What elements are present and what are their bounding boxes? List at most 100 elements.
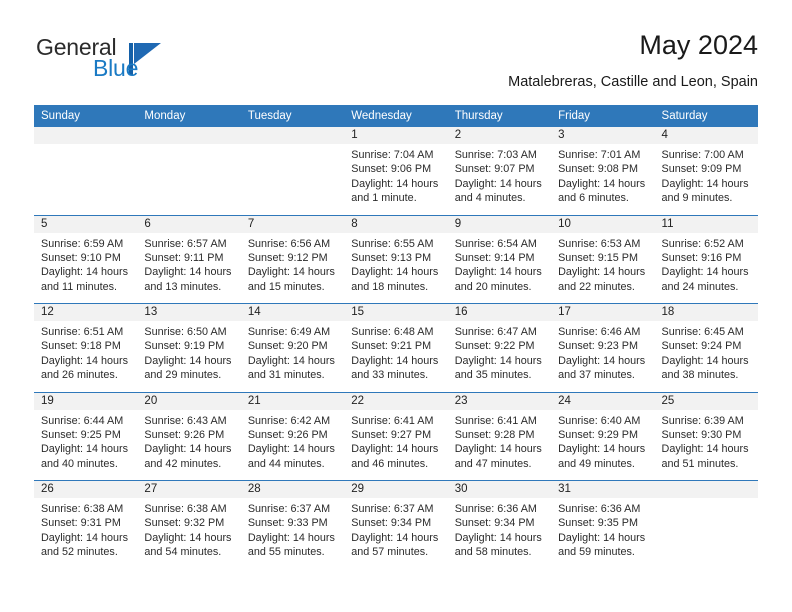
day-detail-line: Sunset: 9:28 PM: [454, 428, 535, 441]
day-number: 12: [34, 304, 138, 321]
day-cell-14[interactable]: 14 Sunrise: 6:49 AM Sunset: 9:20 PM Dayligh…: [240, 304, 345, 392]
day-details: Sunrise: 6:47 AM Sunset: 9:22 PM Daylight:…: [448, 321, 551, 383]
day-number: 31: [551, 481, 655, 498]
day-detail-line: Sunset: 9:30 PM: [661, 428, 742, 441]
day-detail-line: Sunset: 9:08 PM: [558, 163, 638, 176]
day-number: 3: [551, 127, 655, 144]
day-details: Sunrise: 6:41 AM Sunset: 9:28 PM Daylight:…: [448, 410, 551, 472]
day-detail-line: Sunset: 9:13 PM: [351, 251, 432, 264]
day-details: Sunrise: 6:38 AM Sunset: 9:32 PM Daylight:…: [137, 498, 240, 560]
day-detail-line: and 35 minutes.: [454, 369, 532, 382]
day-cell-9[interactable]: 9 Sunrise: 6:54 AM Sunset: 9:14 PM Daylight…: [447, 215, 552, 303]
day-detail-line: Daylight: 14 hours: [661, 443, 749, 456]
day-details: Sunrise: 6:54 AM Sunset: 9:14 PM Daylight:…: [448, 233, 551, 295]
day-detail-line: Daylight: 14 hours: [144, 354, 232, 367]
day-detail-line: Daylight: 14 hours: [454, 354, 542, 367]
day-number: 26: [34, 481, 138, 498]
day-cell-7[interactable]: 7 Sunrise: 6:56 AM Sunset: 9:12 PM Daylight…: [240, 215, 345, 303]
day-detail-line: Sunset: 9:15 PM: [558, 251, 638, 264]
day-detail-line: Sunset: 9:14 PM: [454, 251, 535, 264]
day-cell-23[interactable]: 23 Sunrise: 6:41 AM Sunset: 9:28 PM Dayligh…: [447, 392, 552, 480]
day-detail-line: and 42 minutes.: [144, 457, 222, 470]
day-cell-26[interactable]: 26 Sunrise: 6:38 AM Sunset: 9:31 PM Dayligh…: [34, 481, 138, 569]
day-detail-line: Sunset: 9:06 PM: [351, 163, 432, 176]
day-detail-line: Daylight: 14 hours: [558, 443, 646, 456]
day-detail-line: Sunrise: 6:37 AM: [351, 503, 434, 515]
day-cell-17[interactable]: 17 Sunrise: 6:46 AM Sunset: 9:23 PM Dayligh…: [551, 304, 655, 392]
day-detail-line: and 46 minutes.: [351, 457, 429, 470]
day-cell-30[interactable]: 30 Sunrise: 6:36 AM Sunset: 9:34 PM Dayligh…: [447, 481, 552, 569]
day-cell-29[interactable]: 29 Sunrise: 6:37 AM Sunset: 9:34 PM Dayligh…: [344, 481, 448, 569]
day-detail-line: Sunrise: 6:52 AM: [661, 237, 744, 250]
day-detail-line: Sunrise: 6:38 AM: [41, 503, 124, 515]
day-cell-27[interactable]: 27 Sunrise: 6:38 AM Sunset: 9:32 PM Dayligh…: [137, 481, 241, 569]
day-detail-line: and 4 minutes.: [454, 192, 526, 205]
day-cell-11[interactable]: 11 Sunrise: 6:52 AM Sunset: 9:16 PM Dayligh…: [654, 215, 758, 303]
day-cell-12[interactable]: 12 Sunrise: 6:51 AM Sunset: 9:18 PM Dayligh…: [34, 304, 138, 392]
day-detail-line: Sunset: 9:31 PM: [41, 517, 121, 530]
day-cell-31[interactable]: 31 Sunrise: 6:36 AM Sunset: 9:35 PM Dayligh…: [551, 481, 655, 569]
day-detail-line: and 37 minutes.: [558, 369, 635, 382]
day-details: Sunrise: 6:39 AM Sunset: 9:30 PM Daylight:…: [655, 410, 758, 472]
day-cell-19[interactable]: 19 Sunrise: 6:44 AM Sunset: 9:25 PM Dayligh…: [34, 392, 138, 480]
day-detail-line: Sunset: 9:33 PM: [247, 517, 328, 530]
day-details: Sunrise: 6:41 AM Sunset: 9:27 PM Daylight:…: [344, 410, 447, 472]
day-details: Sunrise: 6:56 AM Sunset: 9:12 PM Daylight:…: [241, 233, 344, 295]
day-number: 30: [447, 481, 552, 498]
day-cell-28[interactable]: 28 Sunrise: 6:37 AM Sunset: 9:33 PM Dayligh…: [240, 481, 345, 569]
day-details: Sunrise: 6:43 AM Sunset: 9:26 PM Daylight:…: [137, 410, 240, 472]
day-cell-10[interactable]: 10 Sunrise: 6:53 AM Sunset: 9:15 PM Dayligh…: [551, 215, 655, 303]
general-blue-logo[interactable]: General Blue: [34, 34, 264, 90]
day-number: 9: [447, 215, 552, 233]
day-cell-4[interactable]: 4 Sunrise: 7:00 AM Sunset: 9:09 PM Daylight…: [654, 127, 758, 215]
day-cell-2[interactable]: 2 Sunrise: 7:03 AM Sunset: 9:07 PM Daylight…: [447, 127, 552, 215]
day-detail-line: and 1 minute.: [351, 192, 417, 205]
day-number: 5: [34, 215, 138, 233]
day-number: 24: [551, 392, 655, 410]
day-cell-3[interactable]: 3 Sunrise: 7:01 AM Sunset: 9:08 PM Daylight…: [551, 127, 655, 215]
day-details: Sunrise: 6:37 AM Sunset: 9:34 PM Daylight:…: [344, 498, 447, 560]
day-number: [137, 127, 241, 144]
day-detail-line: Sunrise: 6:36 AM: [558, 503, 641, 515]
day-cell-20[interactable]: 20 Sunrise: 6:43 AM Sunset: 9:26 PM Dayligh…: [137, 392, 241, 480]
page-header: General Blue May 2024 Matalebreras, Cast…: [34, 28, 758, 98]
day-detail-line: Sunset: 9:07 PM: [454, 163, 535, 176]
day-cell-15[interactable]: 15 Sunrise: 6:48 AM Sunset: 9:21 PM Dayligh…: [344, 304, 448, 392]
day-detail-line: and 51 minutes.: [661, 457, 739, 470]
day-detail-line: Sunrise: 7:04 AM: [351, 149, 434, 161]
day-detail-line: Sunset: 9:27 PM: [351, 428, 432, 441]
day-details: Sunrise: 6:48 AM Sunset: 9:21 PM Daylight:…: [344, 321, 447, 383]
day-cell-25[interactable]: 25 Sunrise: 6:39 AM Sunset: 9:30 PM Dayligh…: [654, 392, 758, 480]
day-detail-line: and 58 minutes.: [454, 546, 532, 559]
day-detail-line: Sunset: 9:26 PM: [144, 428, 225, 441]
day-cell-6[interactable]: 6 Sunrise: 6:57 AM Sunset: 9:11 PM Daylight…: [137, 215, 241, 303]
day-cell-empty: [34, 127, 138, 215]
day-detail-line: Sunrise: 7:03 AM: [454, 149, 537, 161]
day-detail-line: Daylight: 14 hours: [41, 266, 129, 279]
day-details: Sunrise: 7:00 AM Sunset: 9:09 PM Daylight:…: [655, 144, 758, 206]
day-detail-line: Sunset: 9:22 PM: [454, 340, 535, 353]
day-number: [34, 127, 138, 144]
weekday-header-thursday: Thursday: [454, 110, 503, 122]
day-cell-21[interactable]: 21 Sunrise: 6:42 AM Sunset: 9:26 PM Dayligh…: [240, 392, 345, 480]
day-detail-line: Sunrise: 6:40 AM: [558, 414, 641, 427]
day-detail-line: Daylight: 14 hours: [558, 354, 646, 367]
day-number: 16: [447, 304, 552, 321]
day-cell-13[interactable]: 13 Sunrise: 6:50 AM Sunset: 9:19 PM Dayligh…: [137, 304, 241, 392]
day-cell-22[interactable]: 22 Sunrise: 6:41 AM Sunset: 9:27 PM Dayligh…: [344, 392, 448, 480]
day-number: 21: [240, 392, 345, 410]
day-cell-24[interactable]: 24 Sunrise: 6:40 AM Sunset: 9:29 PM Dayligh…: [551, 392, 655, 480]
calendar-week-row: 26 Sunrise: 6:38 AM Sunset: 9:31 PM Dayligh…: [34, 480, 758, 569]
day-cell-18[interactable]: 18 Sunrise: 6:45 AM Sunset: 9:24 PM Dayligh…: [654, 304, 758, 392]
weekday-header-saturday: Saturday: [661, 110, 708, 122]
day-cell-8[interactable]: 8 Sunrise: 6:55 AM Sunset: 9:13 PM Daylight…: [344, 215, 448, 303]
day-number: 15: [344, 304, 448, 321]
day-cell-1[interactable]: 1 Sunrise: 7:04 AM Sunset: 9:06 PM Daylight…: [344, 127, 448, 215]
weekday-header-sunday: Sunday: [41, 110, 81, 122]
day-detail-line: Daylight: 14 hours: [351, 177, 439, 190]
title-block: May 2024 Matalebreras, Castille and Leon…: [508, 28, 758, 92]
day-cell-16[interactable]: 16 Sunrise: 6:47 AM Sunset: 9:22 PM Dayligh…: [447, 304, 552, 392]
day-detail-line: Daylight: 14 hours: [558, 266, 646, 279]
day-detail-line: Sunrise: 6:53 AM: [558, 237, 641, 250]
day-cell-5[interactable]: 5 Sunrise: 6:59 AM Sunset: 9:10 PM Daylight…: [34, 215, 138, 303]
